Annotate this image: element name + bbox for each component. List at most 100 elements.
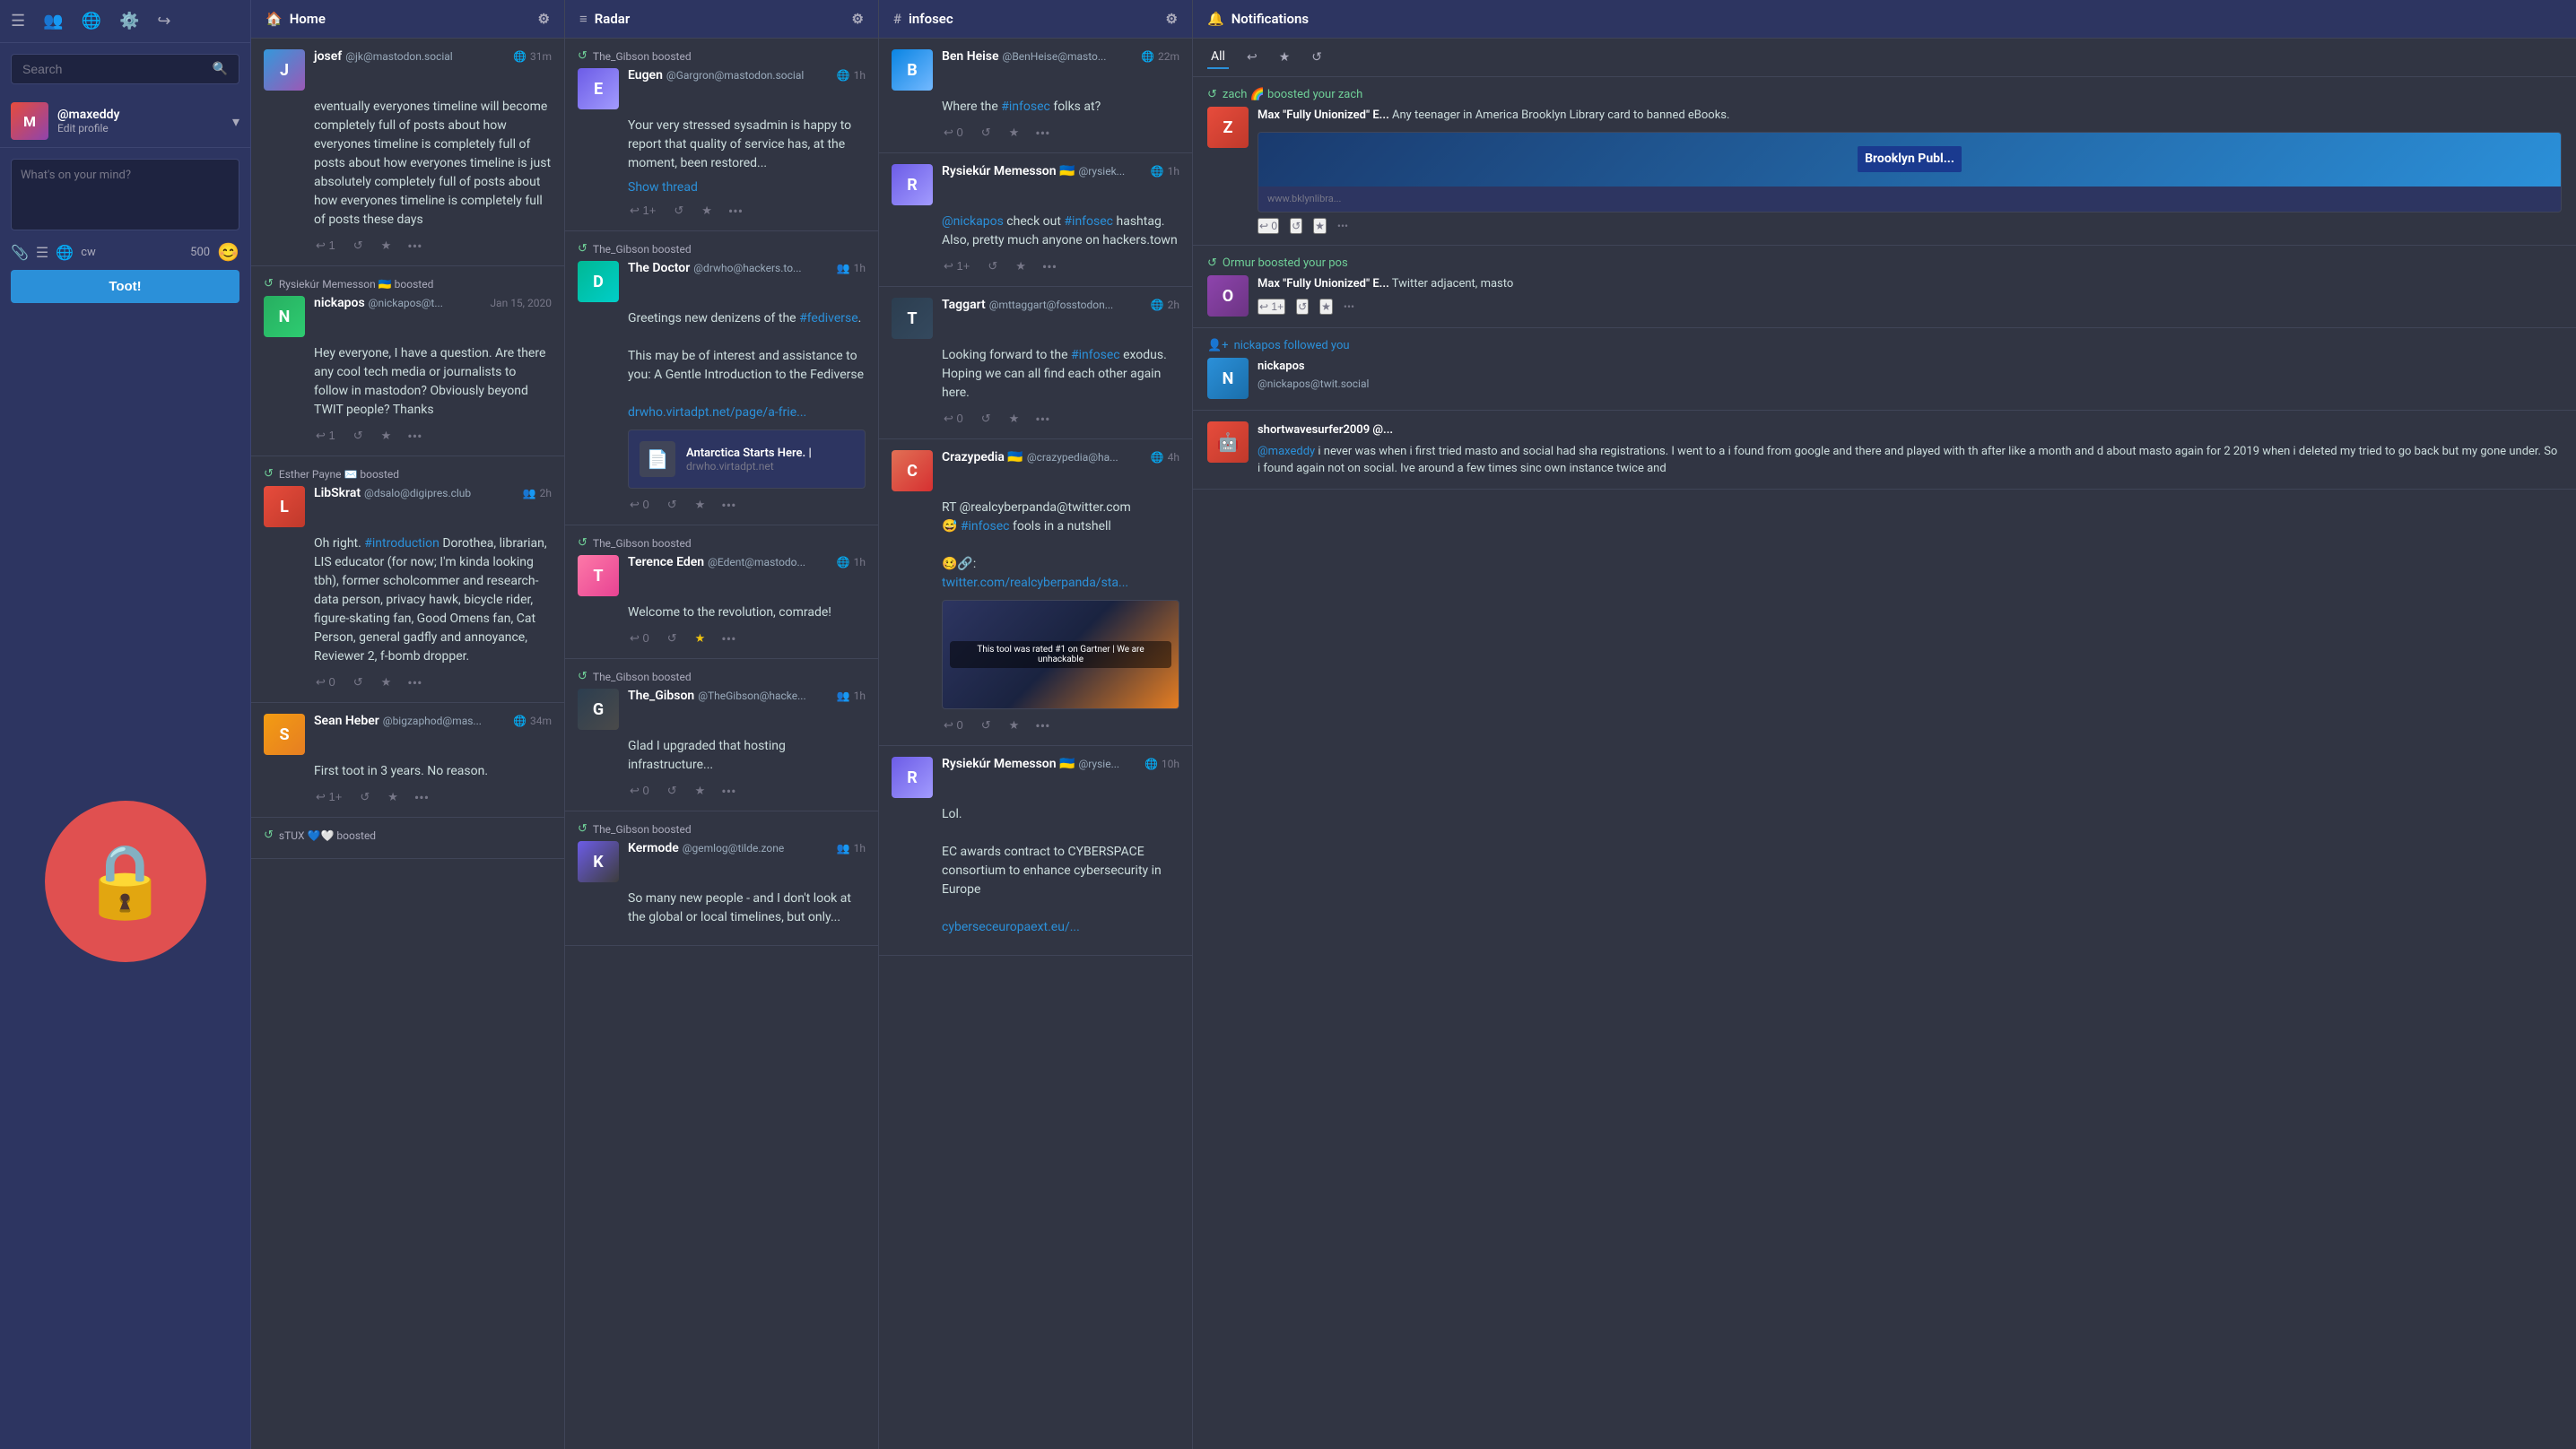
fav-button[interactable]: ★ [379, 237, 394, 255]
reply-button[interactable]: ↩ 1 [314, 427, 337, 445]
reply-button[interactable]: ↩ 0 [942, 716, 965, 734]
boost-button[interactable]: ↺ [666, 496, 679, 514]
more-button[interactable]: ••• [1035, 411, 1049, 428]
reply-button[interactable]: ↩ 0 [628, 782, 651, 800]
boost-button[interactable]: ↺ [666, 629, 679, 647]
notif-filter-fav[interactable]: ★ [1275, 47, 1294, 68]
hashtag-infosec-link3[interactable]: #infosec [1071, 348, 1120, 362]
home-settings-icon[interactable]: ⚙ [538, 11, 550, 27]
more-button[interactable]: ••• [721, 783, 735, 800]
edit-profile-link[interactable]: Edit profile [57, 122, 232, 134]
fav-button[interactable]: ★ [1007, 124, 1022, 142]
boost-button[interactable]: ↺ [352, 237, 365, 255]
boost-button[interactable]: ↺ [352, 427, 365, 445]
hamburger-icon[interactable]: ☰ [11, 12, 25, 30]
more-button[interactable]: ••• [721, 497, 735, 514]
fav-button[interactable]: ★ [693, 496, 708, 514]
cw-button[interactable]: cw [81, 246, 96, 259]
boost-button[interactable]: ↺ [979, 716, 993, 734]
avatar-image: N [1207, 358, 1249, 399]
hashtag-infosec-link4[interactable]: #infosec [961, 519, 1010, 534]
reply-button[interactable]: ↩ 0 [942, 410, 965, 428]
infosec-settings-icon[interactable]: ⚙ [1166, 11, 1178, 27]
boost-button[interactable]: ↺ [1296, 299, 1309, 315]
more-button[interactable]: ••• [414, 789, 429, 806]
more-button[interactable]: ••• [407, 238, 422, 255]
fav-button[interactable]: ★ [1014, 257, 1028, 275]
fav-button[interactable]: ★ [379, 427, 394, 445]
boost-button[interactable]: ↺ [986, 257, 999, 275]
notif-filter-all[interactable]: All [1207, 46, 1229, 69]
link-preview-card[interactable]: 📄 Antarctica Starts Here. | drwho.virtad… [628, 429, 866, 489]
more-button[interactable]: ••• [407, 674, 422, 691]
chevron-down-icon[interactable]: ▾ [232, 113, 239, 130]
home-scroll[interactable]: J josef @jk@mastodon.social 🌐 31m eventu… [251, 39, 564, 1449]
reply-button[interactable]: ↩ 0 [314, 673, 337, 691]
search-box[interactable]: 🔍 [11, 54, 239, 84]
hashtag-infosec-link[interactable]: #infosec [1001, 100, 1050, 114]
notifications-scroll[interactable]: ↺ zach 🌈 boosted your zach Z Max "Fully … [1193, 77, 2576, 1449]
reply-button[interactable]: ↩ 1+ [1258, 299, 1285, 315]
fav-button[interactable]: ★ [1007, 716, 1022, 734]
boost-button[interactable]: ↺ [358, 788, 371, 806]
more-button[interactable]: ••• [407, 428, 422, 445]
avatar-image: T [578, 555, 619, 596]
list-icon[interactable]: ☰ [36, 244, 48, 261]
more-button[interactable]: ••• [728, 203, 743, 220]
fav-button[interactable]: ★ [700, 202, 714, 220]
link-card-inner: 📄 Antarctica Starts Here. | drwho.virtad… [629, 430, 865, 488]
more-button[interactable]: ••• [1035, 717, 1049, 734]
boost-button[interactable]: ↺ [1290, 218, 1302, 234]
mention-link[interactable]: @nickapos [942, 214, 1004, 229]
toot-button[interactable]: Toot! [11, 270, 239, 303]
search-input[interactable] [22, 62, 213, 76]
fav-button[interactable]: ★ [1319, 299, 1333, 315]
fav-button[interactable]: ★ [1313, 218, 1327, 234]
reply-button[interactable]: ↩ 1+ [942, 257, 971, 275]
reply-button[interactable]: ↩ 0 [628, 496, 651, 514]
fav-button[interactable]: ★ [1007, 410, 1022, 428]
compose-textarea[interactable] [11, 159, 239, 230]
boost-button[interactable]: ↺ [666, 782, 679, 800]
logout-icon[interactable]: ↪ [157, 12, 170, 30]
globe-icon[interactable]: 🌐 [82, 12, 101, 30]
fav-button[interactable]: ★ [693, 782, 708, 800]
more-button[interactable]: ••• [1035, 125, 1049, 142]
more-button[interactable]: ••• [1344, 299, 1354, 315]
attach-icon[interactable]: 📎 [11, 244, 29, 261]
hashtag-link[interactable]: #introduction [364, 536, 439, 551]
fav-button[interactable]: ★ [386, 788, 400, 806]
more-button[interactable]: ••• [721, 630, 735, 647]
people-icon[interactable]: 👥 [43, 12, 63, 30]
mention-maxeddy-link[interactable]: @maxeddy [1258, 445, 1315, 458]
reply-button[interactable]: ↩ 0 [628, 629, 651, 647]
radar-scroll[interactable]: ↺ The_Gibson boosted E Eugen @Gargron@ma… [565, 39, 878, 1449]
boost-button[interactable]: ↺ [979, 410, 993, 428]
reply-button[interactable]: ↩ 0 [942, 124, 965, 142]
gear-icon[interactable]: ⚙️ [119, 12, 139, 30]
fav-button[interactable]: ★ [379, 673, 394, 691]
radar-settings-icon[interactable]: ⚙ [852, 11, 864, 27]
infosec-scroll[interactable]: B Ben Heise @BenHeise@masto... 🌐 22m Whe… [879, 39, 1192, 1449]
fediverse-link[interactable]: #fediverse [799, 311, 858, 325]
fav-button[interactable]: ★ [693, 629, 708, 647]
author-handle: @nickapos@t... [369, 297, 443, 309]
avatar-image: R [892, 757, 933, 798]
hashtag-infosec-link2[interactable]: #infosec [1064, 214, 1113, 229]
boost-button[interactable]: ↺ [672, 202, 685, 220]
emoji-icon[interactable]: 😊 [217, 241, 239, 263]
more-button[interactable]: ••• [1042, 258, 1057, 275]
author-handle: @crazypedia@ha... [1027, 451, 1118, 464]
more-button[interactable]: ••• [1337, 218, 1348, 234]
reply-button[interactable]: ↩ 1 [314, 237, 337, 255]
notif-filter-boost[interactable]: ↺ [1308, 47, 1326, 68]
reply-button[interactable]: ↩ 1+ [628, 202, 657, 220]
boost-button[interactable]: ↺ [352, 673, 365, 691]
reply-button[interactable]: ↩ 0 [1258, 218, 1279, 234]
notif-filter-mention[interactable]: ↩ [1243, 47, 1261, 68]
show-thread-link[interactable]: Show thread [578, 180, 866, 195]
reply-button[interactable]: ↩ 1+ [314, 788, 344, 806]
globe-compose-icon[interactable]: 🌐 [56, 244, 74, 261]
boost-button[interactable]: ↺ [979, 124, 993, 142]
notif-link-preview[interactable]: Brooklyn Publ... www.bklynlibra... [1258, 132, 2562, 213]
